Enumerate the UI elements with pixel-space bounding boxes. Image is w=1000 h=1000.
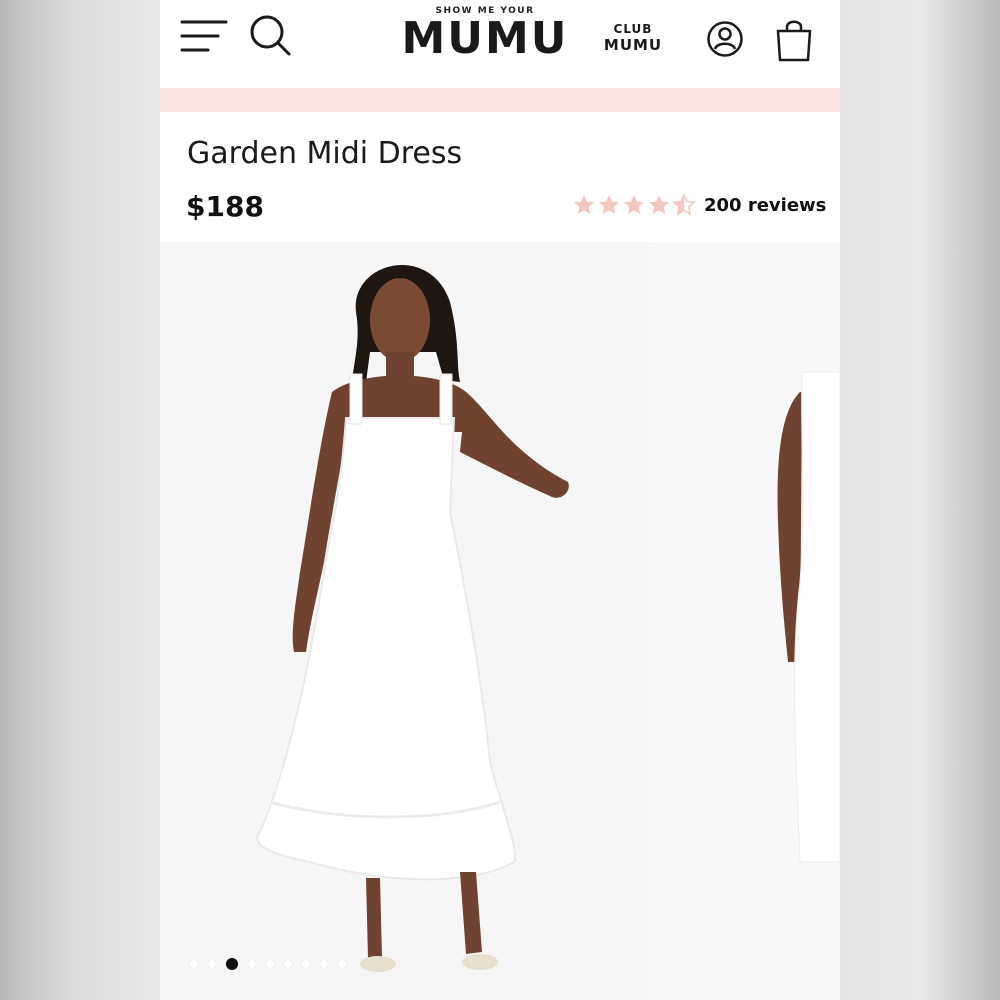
menu-icon[interactable]	[180, 18, 228, 54]
pagination-dot[interactable]	[208, 960, 216, 968]
club-label-main: MUMU	[603, 36, 663, 54]
pagination-dot[interactable]	[320, 960, 328, 968]
search-icon[interactable]	[248, 14, 292, 58]
model-photo	[160, 242, 646, 1000]
phone-screen: SHOW ME YOUR MUMU CLUB MUMU Garden Midi …	[160, 0, 840, 1000]
site-header: SHOW ME YOUR MUMU CLUB MUMU	[160, 0, 840, 88]
logo-wordmark: MUMU	[401, 13, 569, 64]
background-right	[840, 0, 1000, 1000]
star-rating	[572, 193, 696, 217]
product-rating[interactable]: 200 reviews	[572, 193, 826, 217]
product-title: Garden Midi Dress	[187, 136, 463, 171]
product-image-next[interactable]	[650, 242, 840, 1000]
shopping-bag-icon[interactable]	[774, 18, 814, 62]
site-logo[interactable]: SHOW ME YOUR MUMU	[400, 6, 570, 62]
pagination-dot[interactable]	[266, 960, 274, 968]
gallery-pagination	[190, 958, 346, 970]
pagination-dot[interactable]	[302, 960, 310, 968]
pagination-dot[interactable]	[284, 960, 292, 968]
pagination-dot[interactable]	[226, 958, 238, 970]
pagination-dot[interactable]	[190, 960, 198, 968]
star-icon	[624, 195, 644, 214]
star-icon	[599, 195, 619, 214]
model-photo-partial	[650, 242, 840, 1000]
half-star-icon	[672, 193, 696, 216]
star-icon	[649, 195, 669, 214]
pagination-dot[interactable]	[338, 960, 346, 968]
reviews-link[interactable]: 200 reviews	[704, 195, 826, 216]
star-icon	[574, 195, 594, 214]
product-price: $188	[186, 190, 264, 223]
promo-bar	[160, 88, 840, 112]
account-icon[interactable]	[706, 20, 744, 58]
club-mumu-link[interactable]: CLUB MUMU	[600, 22, 666, 54]
background-left	[0, 0, 160, 1000]
product-image-gallery[interactable]	[160, 242, 840, 1000]
pagination-dot[interactable]	[248, 960, 256, 968]
product-image-main[interactable]	[160, 242, 646, 1000]
club-label-top: CLUB	[613, 22, 653, 36]
